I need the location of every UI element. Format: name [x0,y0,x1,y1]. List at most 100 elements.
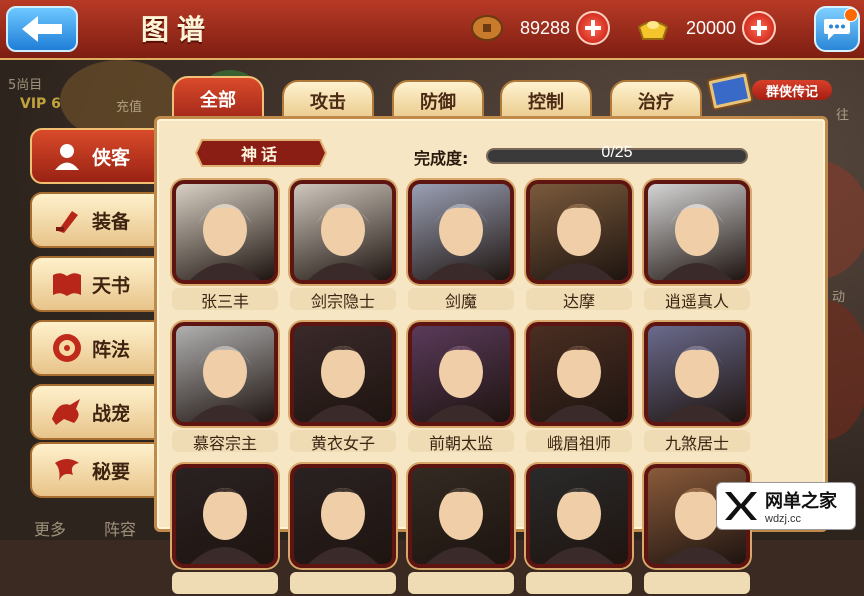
hero-portrait [644,180,750,284]
watermark: 网单之家 wdzj.cc [716,482,856,530]
hero-name: 逍遥真人 [644,288,750,311]
hero-card[interactable] [526,464,632,596]
hero-portrait [526,180,632,284]
hero-silhouette-icon [544,488,614,564]
equipment-icon [50,203,84,237]
side-item-book[interactable]: 天书 [30,256,158,312]
hero-name: 九煞居士 [644,430,750,453]
hero-silhouette-icon [544,204,614,280]
hero-card[interactable]: 张三丰 [172,180,278,312]
side-item-formation[interactable]: 阵法 [30,320,158,376]
scroll-icon [50,453,84,487]
hero-portrait [172,464,278,568]
gold-amount: 20000 [685,17,736,38]
hero-card[interactable]: 逍遥真人 [644,180,750,312]
hero-name: 达摩 [526,288,632,311]
hero-card[interactable]: 达摩 [526,180,632,312]
hero-portrait [172,180,278,284]
hero-card[interactable]: 黄衣女子 [290,322,396,454]
gold-currency: 20000 [636,10,776,46]
hero-card[interactable]: 剑宗隐士 [290,180,396,312]
chat-button[interactable] [814,6,860,52]
side-item-pet[interactable]: 战宠 [30,384,158,440]
hero-name: 剑魔 [408,288,514,311]
gold-ingot-icon [637,21,669,40]
hero-name: 峨眉祖师 [526,430,632,453]
side-item-secrets[interactable]: 秘要 [30,442,158,498]
hero-name [408,572,514,594]
hero-name: 剑宗隐士 [290,288,396,311]
add-copper-button[interactable] [576,11,610,45]
bg-label-right-1: 往 [836,108,850,123]
back-button[interactable] [6,6,78,52]
recharge-label[interactable]: 充值 [116,96,142,115]
plus-icon [585,20,601,36]
hero-card[interactable]: 九煞居士 [644,322,750,454]
hero-card[interactable] [172,464,278,596]
side-item-heroes[interactable]: 侠客 [30,128,158,184]
vip-label: VIP 6 [20,96,61,112]
hero-name [526,572,632,594]
side-item-equipment[interactable]: 装备 [30,192,158,248]
pet-dragon-icon [50,395,84,429]
hero-name [644,572,750,594]
hero-portrait [526,322,632,426]
bg-label-left: 5尚目 [8,78,43,93]
hero-portrait [408,464,514,568]
hero-silhouette-icon [662,346,732,422]
hero-name [290,572,396,594]
hero-silhouette-icon [190,488,260,564]
category-label: 神话 [240,145,281,164]
hero-silhouette-icon [426,204,496,280]
copper-coin-icon [471,15,503,41]
hero-card[interactable] [290,464,396,596]
lineup-button[interactable]: 阵容 [104,516,136,540]
back-arrow-icon [22,16,62,42]
hero-name: 张三丰 [172,288,278,311]
hero-silhouette-icon [190,346,260,422]
hero-silhouette-icon [544,346,614,422]
hero-card[interactable]: 前朝太监 [408,322,514,454]
hero-name: 前朝太监 [408,430,514,453]
watermark-title: 网单之家 [765,491,837,512]
page-title: 图谱 [140,13,213,46]
side-item-label: 秘要 [92,460,131,483]
hero-portrait [408,180,514,284]
hero-name [172,572,278,594]
hero-silhouette-icon [426,488,496,564]
hero-portrait [408,322,514,426]
hero-portrait [290,322,396,426]
watermark-logo [725,492,757,520]
hero-icon [50,139,84,173]
add-gold-button[interactable] [742,11,776,45]
notification-dot [844,8,858,22]
formation-icon [50,331,84,365]
hero-card[interactable]: 剑魔 [408,180,514,312]
hero-name: 慕容宗主 [172,430,278,453]
hero-silhouette-icon [190,204,260,280]
hero-legend-label[interactable]: 群侠传记 [752,80,832,100]
side-item-label: 天书 [92,274,131,297]
hero-silhouette-icon [426,346,496,422]
hero-silhouette-icon [662,204,732,280]
hero-portrait [172,322,278,426]
progress-label: 完成度: [414,149,469,168]
hero-silhouette-icon [308,346,378,422]
hero-portrait [644,322,750,426]
progress-text: 0/25 [601,144,633,161]
copper-amount: 89288 [519,17,570,38]
plus-icon [751,20,767,36]
side-item-label: 阵法 [92,338,131,361]
bg-label-right-2: 动 [832,290,846,305]
top-bar: 图谱 89288 20000 [0,0,864,60]
side-item-label: 侠客 [92,146,131,169]
hero-card[interactable] [408,464,514,596]
hero-silhouette-icon [308,204,378,280]
side-item-label: 装备 [92,210,131,233]
side-item-label: 战宠 [92,402,131,425]
hero-card[interactable]: 峨眉祖师 [526,322,632,454]
copper-currency: 89288 [470,10,610,46]
hero-card[interactable]: 慕容宗主 [172,322,278,454]
hero-portrait [526,464,632,568]
more-button[interactable]: 更多 [34,516,66,540]
